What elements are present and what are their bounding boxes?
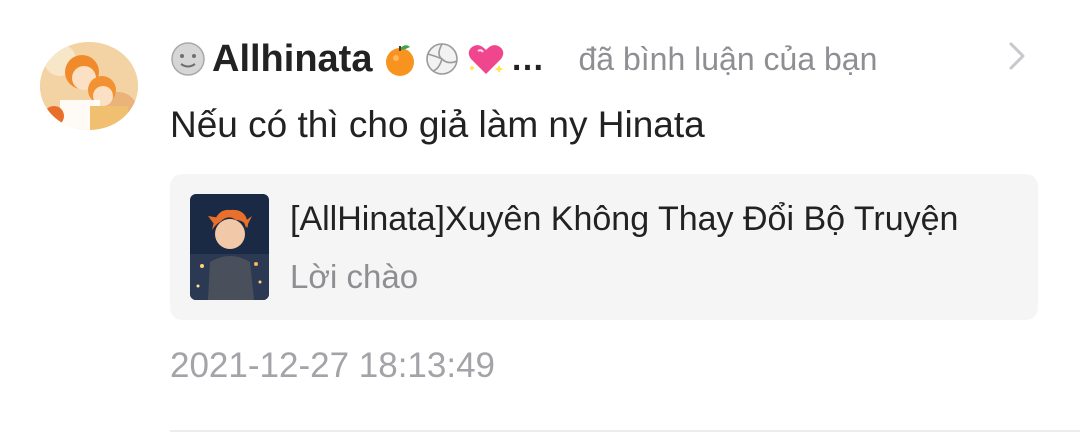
tangerine-icon: [382, 41, 418, 77]
volleyball-icon: [424, 41, 460, 77]
timestamp: 2021-12-27 18:13:49: [170, 346, 495, 385]
story-card[interactable]: [AllHinata]Xuyên Không Thay Đổi Bộ Truyệ…: [170, 174, 1038, 320]
story-title[interactable]: [AllHinata]Xuyên Không Thay Đổi Bộ Truyệ…: [290, 200, 958, 239]
username[interactable]: Allhinata: [212, 38, 372, 81]
action-text: đã bình luận của bạn: [578, 40, 878, 77]
comment-notification[interactable]: Allhinata … đã bình luận của bạn Nếu có …: [0, 0, 1080, 432]
name-truncation: …: [510, 39, 545, 78]
notification-header: Allhinata … đã bình luận của bạn: [170, 34, 877, 84]
comment-text: Nếu có thì cho giả làm ny Hinata: [170, 104, 705, 145]
sparkling-heart-icon: [466, 41, 505, 77]
chevron-right-icon[interactable]: [1006, 40, 1028, 72]
user-avatar[interactable]: [40, 42, 138, 130]
chapter-title[interactable]: Lời chào: [290, 258, 418, 296]
moon-face-icon: [170, 41, 206, 77]
story-cover-image: [190, 194, 269, 300]
